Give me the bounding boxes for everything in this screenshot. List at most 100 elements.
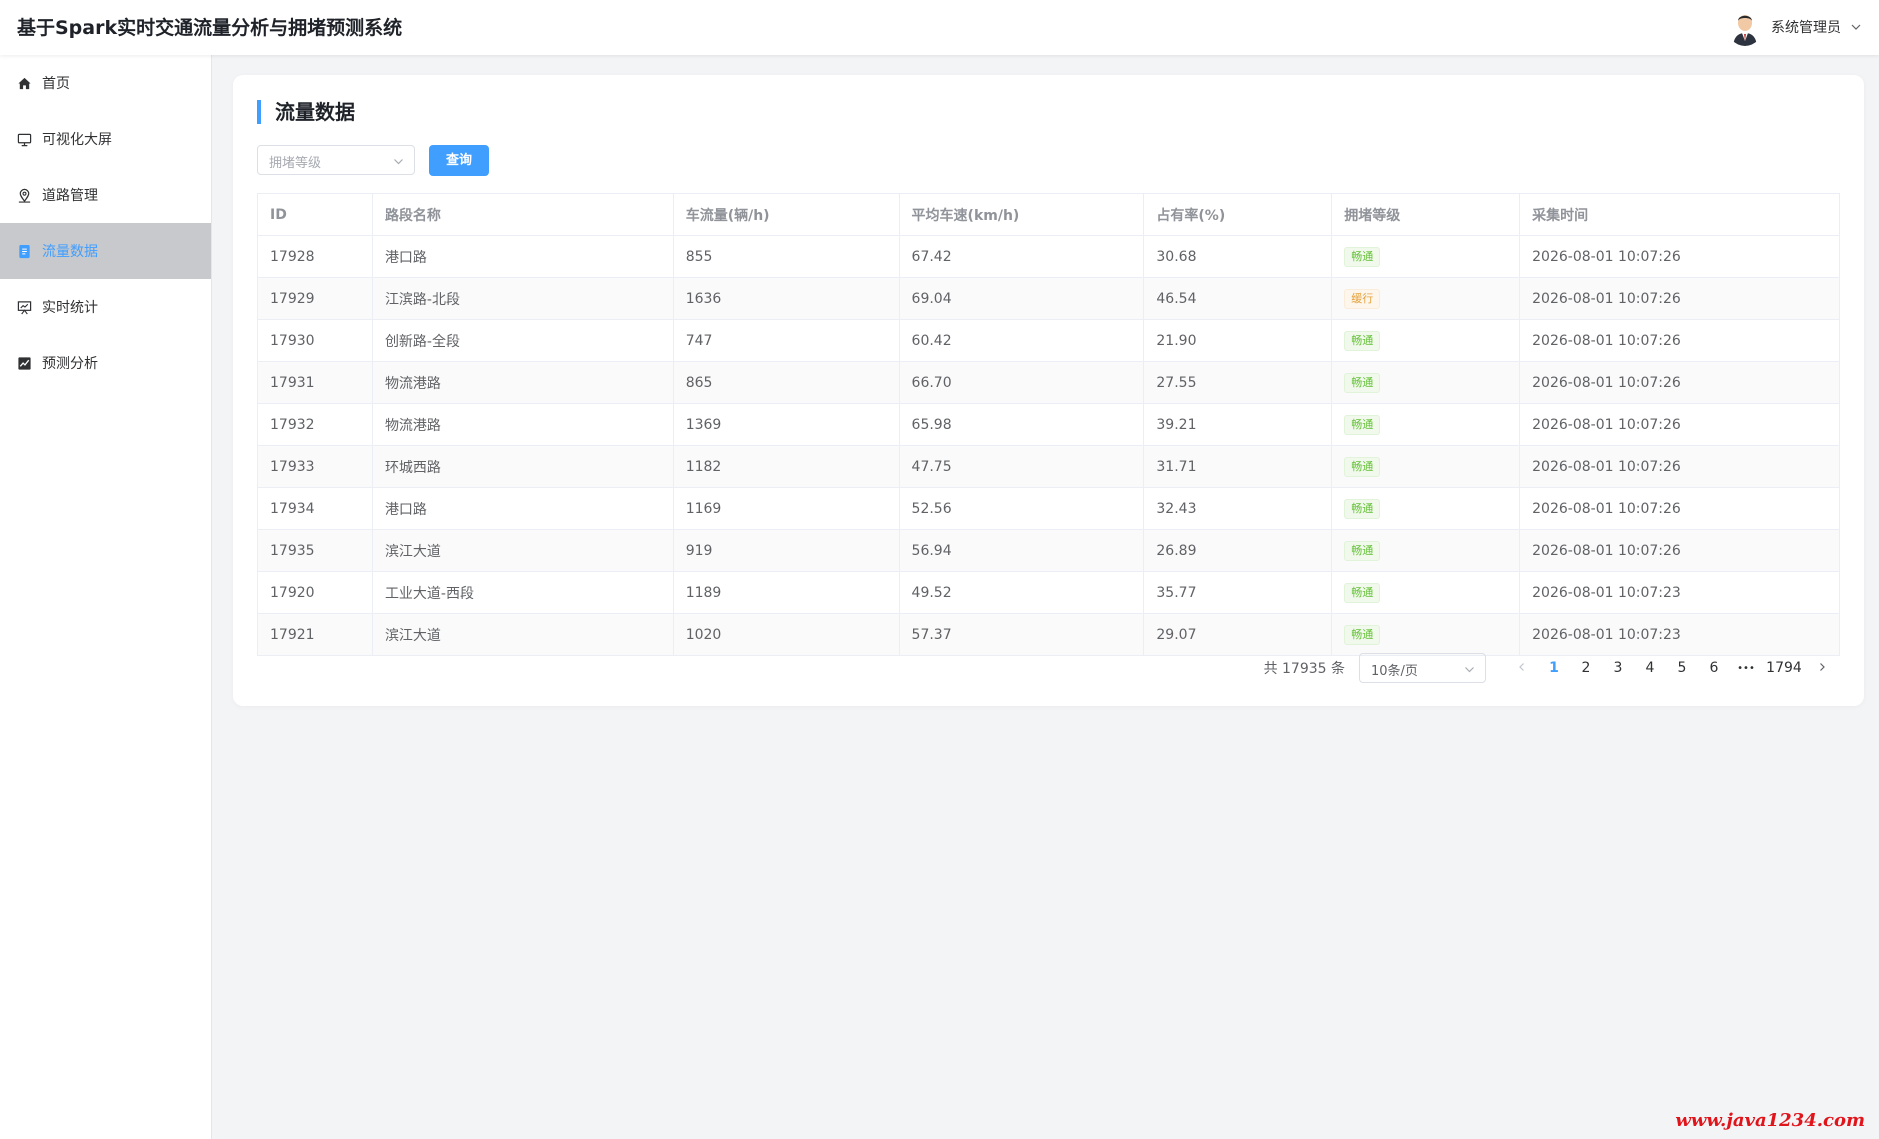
cell-flow: 1169 [673, 487, 900, 530]
page-button-last[interactable]: 1794 [1762, 660, 1806, 676]
cell-id: 17930 [257, 319, 373, 362]
cell-road: 工业大道-西段 [372, 571, 674, 614]
column-header-id[interactable]: ID [257, 193, 373, 236]
trend-chart-icon [18, 356, 31, 370]
column-header-time[interactable]: 采集时间 [1519, 193, 1840, 236]
avatar[interactable] [1727, 8, 1763, 46]
cell-speed: 60.42 [899, 319, 1145, 362]
user-menu[interactable]: 系统管理员 [1727, 6, 1861, 48]
cell-speed: 69.04 [899, 277, 1145, 320]
status-badge: 畅通 [1344, 372, 1381, 393]
sidebar-item-home[interactable]: 首页 [0, 55, 211, 111]
status-badge: 畅通 [1344, 624, 1381, 645]
cell-id: 17921 [257, 613, 373, 656]
cell-road: 港口路 [372, 235, 674, 278]
cell-flow: 1189 [673, 571, 900, 614]
cell-id: 17928 [257, 235, 373, 278]
page-size-select[interactable]: 10条/页 [1359, 653, 1486, 683]
sidebar-item-forecast[interactable]: 预测分析 [0, 335, 211, 391]
cell-id: 17935 [257, 529, 373, 572]
cell-level: 畅通 [1331, 613, 1521, 656]
cell-occupancy: 29.07 [1143, 613, 1333, 656]
cell-occupancy: 32.43 [1143, 487, 1333, 530]
page-button-6[interactable]: 6 [1698, 660, 1730, 676]
sidebar-item-traffic-data[interactable]: 流量数据 [0, 223, 211, 279]
table-row[interactable]: 17930 创新路-全段 747 60.42 21.90 畅通 2026-08-… [257, 319, 1840, 362]
cell-occupancy: 26.89 [1143, 529, 1333, 572]
page-button-1[interactable]: 1 [1538, 660, 1570, 676]
sidebar-item-label: 首页 [42, 76, 70, 92]
column-header-flow[interactable]: 车流量(辆/h) [673, 193, 900, 236]
cell-occupancy: 30.68 [1143, 235, 1333, 278]
cell-id: 17932 [257, 403, 373, 446]
more-pages-ellipsis[interactable]: ••• [1730, 663, 1762, 674]
select-placeholder: 拥堵等级 [269, 156, 322, 171]
sidebar-item-label: 道路管理 [42, 188, 98, 204]
page-button-4[interactable]: 4 [1634, 660, 1666, 676]
cell-id: 17920 [257, 571, 373, 614]
sidebar-item-label: 预测分析 [42, 356, 98, 372]
table-row[interactable]: 17921 滨江大道 1020 57.37 29.07 畅通 2026-08-0… [257, 613, 1840, 656]
next-page-button[interactable] [1806, 660, 1838, 676]
cell-level: 畅通 [1331, 487, 1521, 530]
column-header-speed[interactable]: 平均车速(km/h) [899, 193, 1145, 236]
cell-speed: 52.56 [899, 487, 1145, 530]
cell-time: 2026-08-01 10:07:26 [1519, 487, 1840, 530]
sidebar-item-dashboard[interactable]: 可视化大屏 [0, 111, 211, 167]
sidebar-item-roads[interactable]: 道路管理 [0, 167, 211, 223]
cell-flow: 919 [673, 529, 900, 572]
cell-time: 2026-08-01 10:07:23 [1519, 613, 1840, 656]
page-button-2[interactable]: 2 [1570, 660, 1602, 676]
cell-road: 物流港路 [372, 403, 674, 446]
column-header-road[interactable]: 路段名称 [372, 193, 674, 236]
cell-time: 2026-08-01 10:07:26 [1519, 361, 1840, 404]
cell-occupancy: 31.71 [1143, 445, 1333, 488]
query-button[interactable]: 查询 [429, 145, 489, 176]
cell-speed: 56.94 [899, 529, 1145, 572]
cell-speed: 57.37 [899, 613, 1145, 656]
congestion-level-select[interactable]: 拥堵等级 [257, 145, 415, 175]
page-title: 流量数据 [257, 100, 355, 124]
cell-occupancy: 39.21 [1143, 403, 1333, 446]
table-row[interactable]: 17933 环城西路 1182 47.75 31.71 畅通 2026-08-0… [257, 445, 1840, 488]
cell-id: 17933 [257, 445, 373, 488]
cell-id: 17931 [257, 361, 373, 404]
page-button-3[interactable]: 3 [1602, 660, 1634, 676]
status-badge: 缓行 [1344, 288, 1381, 309]
sidebar: 首页 可视化大屏 道路管理 流量数据 实时统计 预测分析 [0, 55, 212, 1139]
cell-occupancy: 27.55 [1143, 361, 1333, 404]
table-row[interactable]: 17931 物流港路 865 66.70 27.55 畅通 2026-08-01… [257, 361, 1840, 404]
sidebar-item-label: 流量数据 [42, 244, 98, 260]
table-row[interactable]: 17934 港口路 1169 52.56 32.43 畅通 2026-08-01… [257, 487, 1840, 530]
cell-speed: 49.52 [899, 571, 1145, 614]
presentation-icon [17, 300, 32, 314]
sidebar-item-label: 实时统计 [42, 300, 98, 316]
column-header-occupancy[interactable]: 占有率(%) [1143, 193, 1333, 236]
cell-speed: 67.42 [899, 235, 1145, 278]
cell-id: 17929 [257, 277, 373, 320]
cell-time: 2026-08-01 10:07:26 [1519, 319, 1840, 362]
table-row[interactable]: 17935 滨江大道 919 56.94 26.89 畅通 2026-08-01… [257, 529, 1840, 572]
cell-occupancy: 46.54 [1143, 277, 1333, 320]
column-header-level[interactable]: 拥堵等级 [1331, 193, 1521, 236]
prev-page-button[interactable] [1506, 660, 1538, 676]
table-row[interactable]: 17928 港口路 855 67.42 30.68 畅通 2026-08-01 … [257, 235, 1840, 278]
monitor-icon [17, 133, 32, 146]
document-icon [19, 244, 30, 258]
traffic-data-card: 流量数据 拥堵等级 查询 ID 路段名称 车流量(辆/h) 平均车速(km/h)… [233, 75, 1864, 706]
page-button-5[interactable]: 5 [1666, 660, 1698, 676]
cell-road: 环城西路 [372, 445, 674, 488]
pagination: 共 17935 条 10条/页 1 2 3 4 5 6 ••• 1794 [1264, 653, 1838, 683]
cell-level: 畅通 [1331, 445, 1521, 488]
sidebar-item-realtime-stats[interactable]: 实时统计 [0, 279, 211, 335]
chevron-right-icon [1820, 663, 1825, 671]
cell-id: 17934 [257, 487, 373, 530]
chevron-down-icon[interactable] [1851, 22, 1861, 32]
total-count: 共 17935 条 [1263, 661, 1345, 677]
cell-flow: 1636 [673, 277, 900, 320]
status-badge: 畅通 [1344, 540, 1381, 561]
table-row[interactable]: 17929 江滨路-北段 1636 69.04 46.54 缓行 2026-08… [257, 277, 1840, 320]
location-icon [18, 188, 31, 203]
table-row[interactable]: 17932 物流港路 1369 65.98 39.21 畅通 2026-08-0… [257, 403, 1840, 446]
table-row[interactable]: 17920 工业大道-西段 1189 49.52 35.77 畅通 2026-0… [257, 571, 1840, 614]
